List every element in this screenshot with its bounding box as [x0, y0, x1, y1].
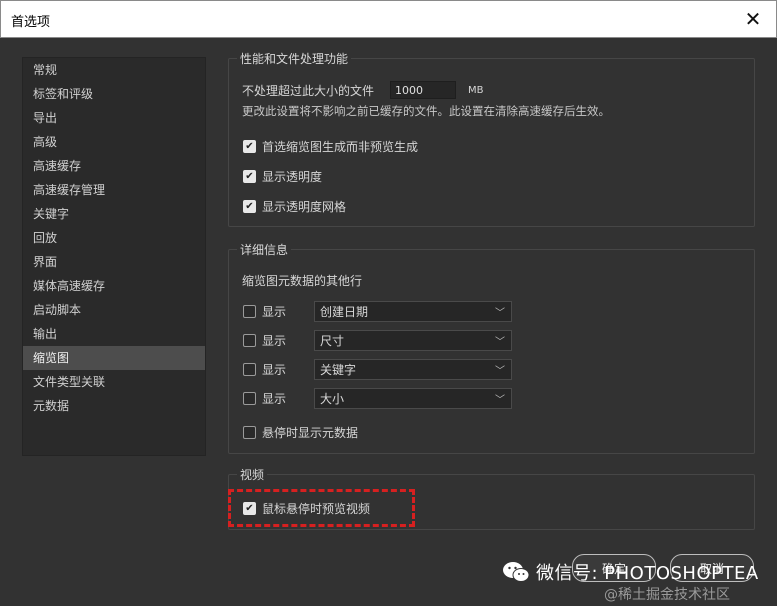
- metadata-row-3: 显示 关键字 ﹀: [243, 359, 512, 380]
- sidebar: 常规 标签和评级 导出 高级 高速缓存 高速缓存管理 关键字 回放 界面 媒体高…: [22, 57, 206, 456]
- option-transparency-grid[interactable]: ✔ 显示透明度网格: [243, 198, 346, 215]
- file-size-row: 不处理超过此大小的文件 MB: [242, 81, 484, 99]
- sidebar-item-interface[interactable]: 界面: [23, 250, 205, 274]
- show-row-4-label: 显示: [262, 392, 287, 406]
- chevron-down-icon: ﹀: [495, 337, 505, 348]
- option-show-transparency[interactable]: ✔ 显示透明度: [243, 168, 322, 185]
- chevron-down-icon: ﹀: [495, 395, 505, 406]
- sidebar-item-startup-scripts[interactable]: 启动脚本: [23, 298, 205, 322]
- metadata-row-1-select[interactable]: 创建日期 ﹀: [314, 301, 512, 322]
- option-prefer-thumbnail[interactable]: ✔ 首选缩览图生成而非预览生成: [243, 138, 418, 155]
- hover-metadata-label: 悬停时显示元数据: [262, 426, 359, 440]
- sidebar-item-media-cache[interactable]: 媒体高速缓存: [23, 274, 205, 298]
- file-size-input[interactable]: [390, 81, 457, 99]
- show-transparency-label: 显示透明度: [262, 170, 323, 184]
- chevron-down-icon: ﹀: [495, 308, 505, 319]
- chevron-down-icon: ﹀: [495, 366, 505, 377]
- sidebar-item-labels-ratings[interactable]: 标签和评级: [23, 82, 205, 106]
- show-row-2-checkbox[interactable]: [243, 334, 256, 347]
- hover-metadata-checkbox[interactable]: [243, 426, 256, 439]
- sidebar-item-thumbnails[interactable]: 缩览图: [23, 346, 205, 370]
- transparency-grid-checkbox[interactable]: ✔: [243, 200, 256, 213]
- prefer-thumbnail-checkbox[interactable]: ✔: [243, 140, 256, 153]
- transparency-grid-label: 显示透明度网格: [262, 200, 347, 214]
- file-size-label: 不处理超过此大小的文件: [242, 83, 375, 98]
- video-legend: 视频: [237, 466, 268, 483]
- sidebar-item-general[interactable]: 常规: [23, 58, 205, 82]
- metadata-row-3-select[interactable]: 关键字 ﹀: [314, 359, 512, 380]
- metadata-row-1-value: 创建日期: [320, 305, 369, 319]
- metadata-row-2: 显示 尺寸 ﹀: [243, 330, 512, 351]
- highlight-annotation: [228, 489, 415, 527]
- sidebar-item-metadata[interactable]: 元数据: [23, 394, 205, 418]
- sidebar-item-cache-management[interactable]: 高速缓存管理: [23, 178, 205, 202]
- sidebar-item-file-type-associations[interactable]: 文件类型关联: [23, 370, 205, 394]
- sidebar-item-export[interactable]: 导出: [23, 106, 205, 130]
- show-row-3-checkbox[interactable]: [243, 363, 256, 376]
- show-row-3-label: 显示: [262, 363, 287, 377]
- show-row-2-label: 显示: [262, 334, 287, 348]
- metadata-row-2-select[interactable]: 尺寸 ﹀: [314, 330, 512, 351]
- show-row-1-label: 显示: [262, 305, 287, 319]
- show-row-4-checkbox[interactable]: [243, 392, 256, 405]
- metadata-row-3-value: 关键字: [320, 363, 357, 377]
- metadata-row-1: 显示 创建日期 ﹀: [243, 301, 512, 322]
- details-subtitle: 缩览图元数据的其他行: [242, 274, 363, 288]
- details-legend: 详细信息: [237, 241, 292, 258]
- metadata-row-2-value: 尺寸: [320, 334, 345, 348]
- sidebar-item-keywords[interactable]: 关键字: [23, 202, 205, 226]
- watermark-text: 微信号: PHOTOSHOPTEA: [536, 563, 759, 584]
- metadata-row-4: 显示 大小 ﹀: [243, 388, 512, 409]
- metadata-row-4-value: 大小: [320, 392, 345, 406]
- cache-note: 更改此设置将不影响之前已缓存的文件。此设置在清除高速缓存后生效。: [242, 104, 610, 118]
- window-title: 首选项: [11, 15, 51, 30]
- sidebar-item-playback[interactable]: 回放: [23, 226, 205, 250]
- show-transparency-checkbox[interactable]: ✔: [243, 170, 256, 183]
- close-icon[interactable]: ✕: [738, 5, 768, 33]
- wechat-icon: [503, 562, 530, 582]
- sidebar-item-advanced[interactable]: 高级: [23, 130, 205, 154]
- option-hover-metadata[interactable]: 悬停时显示元数据: [243, 424, 358, 441]
- sidebar-item-cache[interactable]: 高速缓存: [23, 154, 205, 178]
- sidebar-item-output[interactable]: 输出: [23, 322, 205, 346]
- prefer-thumbnail-label: 首选缩览图生成而非预览生成: [262, 140, 419, 154]
- watermark-sub: @稀土掘金技术社区: [604, 587, 730, 603]
- title-bar: 首选项 ✕: [0, 0, 777, 38]
- metadata-row-4-select[interactable]: 大小 ﹀: [314, 388, 512, 409]
- show-row-1-checkbox[interactable]: [243, 305, 256, 318]
- file-size-unit: MB: [468, 84, 484, 96]
- performance-legend: 性能和文件处理功能: [237, 50, 352, 67]
